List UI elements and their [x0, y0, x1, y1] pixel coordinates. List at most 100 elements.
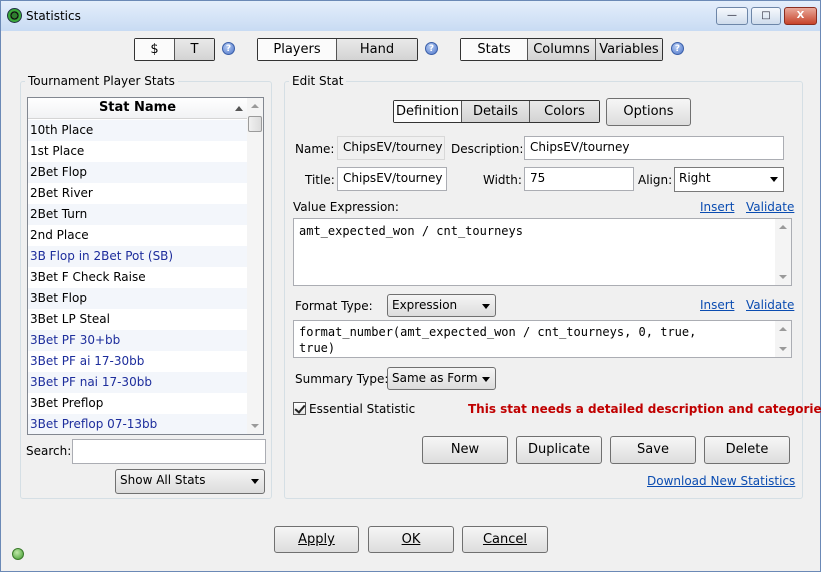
cancel-button[interactable]: Cancel [462, 526, 548, 553]
toggle-cash[interactable]: $ [135, 39, 175, 60]
duplicate-button[interactable]: Duplicate [516, 436, 602, 464]
list-scrollbar[interactable] [247, 98, 263, 434]
download-new-statistics-link[interactable]: Download New Statistics [647, 474, 795, 488]
list-item[interactable]: 1st Place [28, 141, 247, 162]
align-label: Align: [638, 173, 673, 187]
tab-details[interactable]: Details [462, 101, 530, 122]
toggle-hand[interactable]: Hand [337, 39, 417, 60]
value-expression-text: amt_expected_won / cnt_tourneys [299, 224, 523, 238]
minimize-button[interactable]: — [716, 7, 748, 25]
list-item[interactable]: 3Bet LP Steal [28, 309, 247, 330]
width-label: Width: [483, 173, 522, 187]
list-item[interactable]: 3B Flop in 2Bet Pot (SB) [28, 246, 247, 267]
value-expression-editor[interactable]: amt_expected_won / cnt_tourneys [293, 218, 792, 286]
title-bar: Statistics — □ X [1, 1, 820, 31]
view-toggle: Stats Columns Variables [460, 38, 663, 61]
sort-ascending-icon [235, 106, 243, 111]
new-button[interactable]: New [422, 436, 508, 464]
stat-rows: 10th Place 1st Place 2Bet Flop 2Bet River 2B… [28, 120, 247, 434]
group-title: Tournament Player Stats [25, 74, 178, 88]
align-dropdown[interactable]: Right [674, 167, 784, 192]
group-title: Edit Stat [289, 74, 347, 88]
toggle-tournament[interactable]: T [175, 39, 214, 60]
search-input[interactable] [72, 439, 266, 464]
chevron-down-icon [770, 177, 778, 182]
description-field[interactable]: ChipsEV/tourney [524, 136, 784, 160]
tab-definition[interactable]: Definition [394, 101, 462, 122]
scroll-thumb[interactable] [248, 116, 262, 132]
width-field[interactable]: 75 [524, 167, 634, 191]
validate-link[interactable]: Validate [746, 298, 794, 312]
stat-filter-dropdown[interactable]: Show All Stats [115, 469, 265, 494]
tab-colors[interactable]: Colors [530, 101, 599, 122]
app-logo-icon [7, 8, 22, 23]
editor-scrollbar[interactable] [775, 219, 791, 285]
name-label: Name: [295, 142, 335, 156]
apply-button[interactable]: Apply [274, 526, 359, 553]
list-item[interactable]: 3Bet PF ai 17-30bb [28, 351, 247, 372]
scroll-up-icon[interactable] [779, 327, 787, 331]
list-item[interactable]: 2Bet Flop [28, 162, 247, 183]
scroll-down-icon[interactable] [779, 275, 787, 279]
help-icon[interactable]: ? [671, 42, 684, 55]
description-label: Description: [451, 142, 524, 156]
save-button[interactable]: Save [610, 436, 696, 464]
help-icon[interactable]: ? [222, 42, 235, 55]
scroll-up-icon[interactable] [779, 225, 787, 229]
toggle-stats[interactable]: Stats [461, 39, 528, 60]
options-button[interactable]: Options [606, 98, 691, 126]
align-value: Right [679, 171, 711, 185]
title-field[interactable]: ChipsEV/tourney [337, 167, 447, 191]
format-type-label: Format Type: [295, 299, 373, 313]
list-item[interactable]: 2Bet River [28, 183, 247, 204]
format-expression-line: format_number(amt_expected_won / cnt_tou… [299, 325, 697, 339]
summary-type-value: Same as Form [392, 371, 478, 385]
list-item[interactable]: 2Bet Turn [28, 204, 247, 225]
status-help-icon[interactable] [12, 548, 24, 560]
search-label: Search: [26, 444, 72, 458]
editor-scrollbar[interactable] [775, 321, 791, 357]
format-expression-editor[interactable]: format_number(amt_expected_won / cnt_tou… [293, 320, 792, 358]
scroll-down-icon[interactable] [779, 347, 787, 351]
list-item[interactable]: 10th Place [28, 120, 247, 141]
name-field: ChipsEV/tourney [337, 136, 445, 160]
chevron-down-icon [482, 377, 490, 382]
scroll-down-icon[interactable] [251, 424, 259, 428]
list-item[interactable]: 3Bet F Check Raise [28, 267, 247, 288]
list-item[interactable]: 3Bet PF nai 17-30bb [28, 372, 247, 393]
list-item[interactable]: 2nd Place [28, 225, 247, 246]
toggle-players[interactable]: Players [258, 39, 337, 60]
stat-filter-value: Show All Stats [120, 473, 206, 487]
list-item[interactable]: 3Bet Preflop [28, 393, 247, 414]
insert-link[interactable]: Insert [700, 298, 734, 312]
scroll-up-icon[interactable] [251, 104, 259, 108]
stat-scope-toggle: Players Hand [257, 38, 418, 61]
delete-button[interactable]: Delete [704, 436, 790, 464]
validate-link[interactable]: Validate [746, 200, 794, 214]
title-label: Title: [305, 173, 335, 187]
format-type-dropdown[interactable]: Expression [387, 294, 496, 317]
chevron-down-icon [482, 304, 490, 309]
list-item[interactable]: 3Bet Flop [28, 288, 247, 309]
stat-list: Stat Name 10th Place 1st Place 2Bet Flop 2B… [27, 97, 264, 435]
toggle-variables[interactable]: Variables [596, 39, 662, 60]
maximize-button[interactable]: □ [751, 7, 781, 25]
column-header-stat-name[interactable]: Stat Name [28, 98, 247, 119]
value-expression-label: Value Expression: [293, 200, 399, 214]
close-button[interactable]: X [784, 7, 817, 25]
edit-stat-tabs: Definition Details Colors [393, 100, 600, 123]
currency-toggle: $ T [134, 38, 215, 61]
statistics-window: Statistics — □ X $ T ? Players Hand ? St… [0, 0, 821, 572]
summary-type-dropdown[interactable]: Same as Form [387, 367, 496, 390]
toggle-columns[interactable]: Columns [528, 39, 596, 60]
window-title: Statistics [26, 9, 81, 23]
summary-type-label: Summary Type: [295, 372, 389, 386]
ok-button[interactable]: OK [368, 526, 454, 553]
list-item[interactable]: 3Bet Preflop 07-13bb [28, 414, 247, 434]
insert-link[interactable]: Insert [700, 200, 734, 214]
help-icon[interactable]: ? [425, 42, 438, 55]
essential-statistic-checkbox[interactable] [293, 402, 306, 415]
column-header-label: Stat Name [98, 100, 177, 115]
warning-message: This stat needs a detailed description a… [468, 402, 821, 416]
list-item[interactable]: 3Bet PF 30+bb [28, 330, 247, 351]
